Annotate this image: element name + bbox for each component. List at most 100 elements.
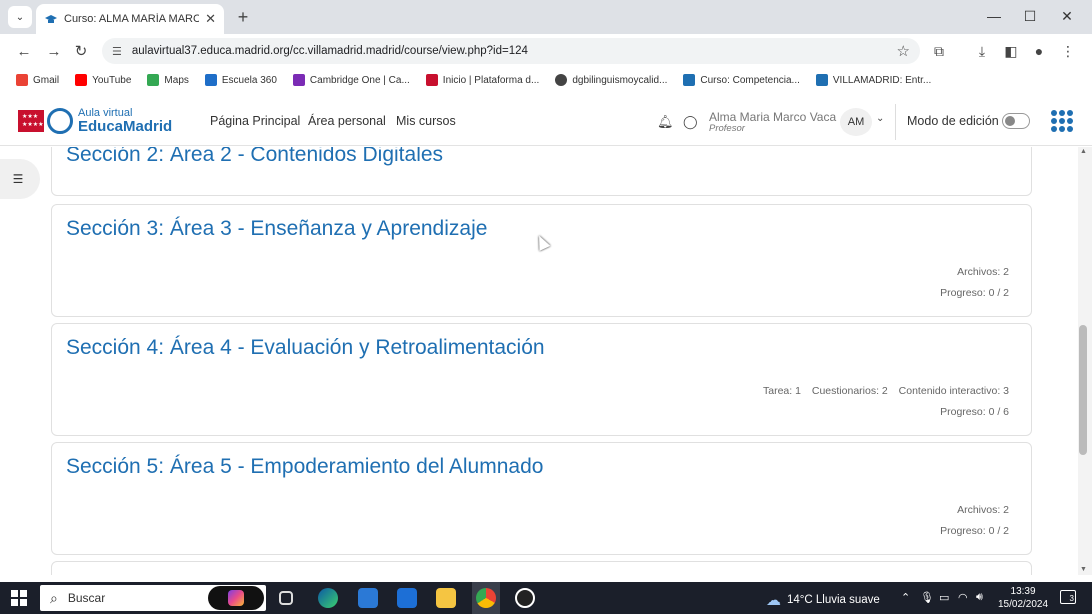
section-card: Sección 5: Área 5 - Empoderamiento del A… (51, 442, 1032, 555)
search-placeholder: Buscar (67, 591, 106, 605)
moodle-hat-icon (683, 74, 696, 86)
section-progress: Progreso: 0 / 6 (940, 406, 1009, 418)
section-progress: Progreso: 0 / 2 (940, 525, 1009, 537)
forward-arrow-icon[interactable]: → (43, 40, 65, 62)
section-card: Sección 4: Área 4 - Evaluación y Retroal… (51, 323, 1032, 436)
browser-tab-active[interactable]: Curso: ALMA MARÍA MARCO V ✕ (36, 4, 224, 34)
volume-icon[interactable]: 🔊︎ (976, 591, 983, 604)
window-close-icon[interactable]: ✕ (1049, 4, 1085, 28)
moodle-hat-icon (45, 15, 57, 23)
user-role: Profesor (709, 123, 745, 134)
file-explorer-icon[interactable] (436, 588, 456, 608)
weather-widget[interactable]: ☁ 14°C Lluvia suave (766, 591, 880, 609)
edge-icon[interactable] (318, 588, 338, 608)
tab-search-chevron-icon[interactable]: ⌄ (8, 6, 32, 28)
nav-mis-cursos[interactable]: Mis cursos (396, 114, 456, 128)
windows-taskbar: ⌕ Buscar ☁ 14°C Lluvia suave ⌃ 🎙︎ ▭ ◠ 🔊︎… (0, 582, 1092, 614)
section-title[interactable]: Sección 2: Área 2 - Contenidos Digitales (66, 147, 443, 167)
gmail-icon (16, 74, 28, 86)
section-card: Sección 3: Área 3 - Enseñanza y Aprendiz… (51, 204, 1032, 317)
notification-count: 3 (1069, 594, 1074, 603)
nav-pagina-principal[interactable]: Página Principal (210, 114, 300, 128)
scroll-up-icon[interactable]: ▲ (1080, 148, 1087, 155)
plataforma-icon (425, 74, 438, 86)
clock-time: 13:39 (1010, 586, 1036, 597)
reload-icon[interactable]: ↻ (70, 40, 92, 62)
comunidad-madrid-flag-icon: ★★★ ★★★★ (18, 110, 44, 132)
scrollbar-thumb[interactable] (1079, 325, 1087, 455)
youtube-icon (75, 74, 88, 86)
site-settings-icon[interactable]: ☰ (112, 45, 122, 58)
notification-center-icon[interactable]: 3 (1060, 590, 1076, 604)
header-divider (895, 104, 896, 140)
edit-mode-toggle[interactable] (1002, 113, 1030, 129)
bookmark-cambridge-one[interactable]: Cambridge One | Ca... (292, 74, 410, 86)
avatar[interactable]: AM (840, 108, 872, 136)
address-bar[interactable]: ☰ aulavirtual37.educa.madrid.org/cc.vill… (102, 38, 920, 64)
download-icon[interactable]: ⤓ (972, 41, 992, 61)
site-header: ★★★ ★★★★ Aula virtual EducaMadrid Página … (0, 98, 1092, 146)
tab-close-icon[interactable]: ✕ (205, 11, 216, 27)
section-progress: Progreso: 0 / 2 (940, 287, 1009, 299)
taskbar-clock[interactable]: 13:39 15/02/2024 (998, 585, 1048, 611)
apps-grid-icon[interactable] (1051, 110, 1073, 132)
course-index-list-icon[interactable]: ☰ (0, 159, 40, 199)
minimize-icon[interactable]: — (976, 4, 1012, 28)
microsoft-store-icon[interactable] (358, 588, 378, 608)
microphone-icon[interactable]: 🎙︎ (920, 591, 934, 604)
browser-tab-strip: ⌄ Curso: ALMA MARÍA MARCO V ✕ + — ☐ ✕ (0, 0, 1092, 34)
browser-toolbar: ← → ↻ ☰ aulavirtual37.educa.madrid.org/c… (0, 34, 1092, 68)
bookmark-curso-competencia[interactable]: Curso: Competencia... (683, 74, 800, 86)
messages-chat-icon[interactable]: ◯ (683, 114, 698, 130)
chrome-icon[interactable] (476, 588, 496, 608)
bookmark-gmail[interactable]: Gmail (16, 74, 59, 86)
bookmark-dgbilinguismo[interactable]: dgbilinguismoycalid... (555, 74, 667, 86)
cambridge-icon (292, 74, 305, 86)
weather-text: 14°C Lluvia suave (787, 594, 880, 606)
bookmark-escuela-360[interactable]: Escuela 360 (204, 74, 277, 86)
profile-icon[interactable]: ● (1029, 41, 1049, 61)
moodle-hat-icon (815, 74, 828, 86)
task-view-icon[interactable] (279, 591, 293, 605)
section-stats: Tarea: 1 Cuestionarios: 2 Contenido inte… (763, 385, 1009, 397)
globe-icon (555, 74, 568, 86)
escuela-360-icon (204, 74, 217, 86)
copilot-icon[interactable] (208, 586, 264, 610)
browser-menu-icon[interactable]: ⋮ (1058, 41, 1078, 61)
bookmark-inicio-plataforma[interactable]: Inicio | Plataforma d... (425, 74, 539, 86)
mail-icon[interactable] (397, 588, 417, 608)
bookmark-maps[interactable]: Maps (147, 74, 189, 86)
notifications-bell-icon[interactable]: 🔔︎ (657, 114, 674, 130)
user-name: Alma Maria Marco Vaca (709, 110, 837, 124)
url-text: aulavirtual37.educa.madrid.org/cc.villam… (131, 45, 528, 57)
side-panel-icon[interactable]: ◧ (1001, 41, 1021, 61)
scroll-down-icon[interactable]: ▼ (1080, 566, 1087, 573)
section-card: Sección 2: Área 2 - Contenidos Digitales (51, 147, 1032, 196)
new-tab-plus-icon[interactable]: + (232, 6, 254, 28)
course-content: ☰ Sección 2: Área 2 - Contenidos Digital… (0, 147, 1078, 575)
bookmark-youtube[interactable]: YouTube (75, 74, 131, 86)
recorder-app-icon[interactable] (515, 588, 535, 608)
cloud-rain-icon: ☁ (766, 592, 781, 609)
wifi-icon[interactable]: ◠ (958, 591, 968, 604)
maps-icon (147, 74, 160, 86)
section-title[interactable]: Sección 3: Área 3 - Enseñanza y Aprendiz… (66, 217, 487, 241)
nav-area-personal[interactable]: Área personal (308, 114, 386, 128)
educamadrid-logo-icon[interactable] (47, 108, 73, 134)
maximize-icon[interactable]: ☐ (1012, 4, 1048, 28)
logo-title[interactable]: EducaMadrid (78, 118, 172, 135)
chevron-up-icon[interactable]: ⌃ (901, 591, 910, 604)
section-stats: Archivos: 2 (957, 504, 1009, 516)
bookmark-star-icon[interactable]: ☆ (897, 42, 910, 60)
tab-title: Curso: ALMA MARÍA MARCO V (64, 13, 200, 25)
battery-icon[interactable]: ▭ (939, 591, 949, 604)
section-title[interactable]: Sección 5: Área 5 - Empoderamiento del A… (66, 455, 543, 479)
user-menu-chevron-down-icon[interactable]: ⌄ (876, 113, 884, 124)
extensions-puzzle-icon[interactable]: ⧉ (929, 41, 949, 61)
bookmark-villamadrid[interactable]: VILLAMADRID: Entr... (815, 74, 931, 86)
section-stats: Archivos: 2 (957, 266, 1009, 278)
back-arrow-icon[interactable]: ← (13, 40, 35, 62)
bookmarks-bar: Gmail YouTube Maps Escuela 360 Cambridge… (0, 68, 1092, 92)
section-title[interactable]: Sección 4: Área 4 - Evaluación y Retroal… (66, 336, 545, 360)
windows-start-icon[interactable] (11, 590, 27, 606)
